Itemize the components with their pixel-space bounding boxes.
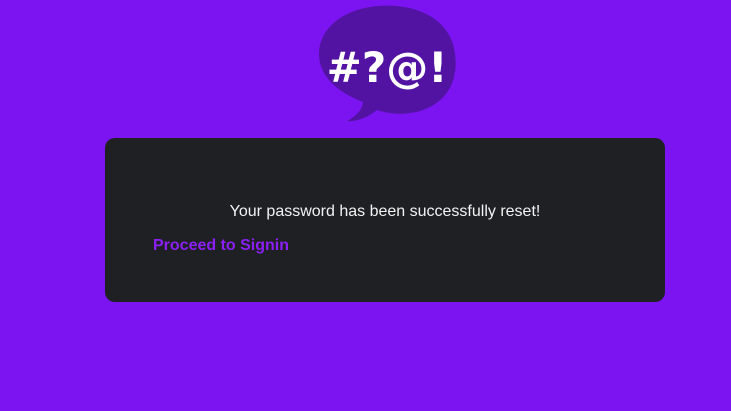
- success-message: Your password has been successfully rese…: [229, 203, 541, 220]
- speech-bubble-icon: #?@!: [319, 5, 456, 122]
- logo-text: #?@!: [327, 43, 448, 92]
- app-logo: #?@!: [313, 4, 459, 126]
- proceed-to-signin-link[interactable]: Proceed to Signin: [153, 236, 289, 256]
- reset-confirmation-card: Your password has been successfully rese…: [105, 138, 665, 302]
- reset-success-page: { "colors": { "background": "#7b14f0", "…: [0, 0, 731, 411]
